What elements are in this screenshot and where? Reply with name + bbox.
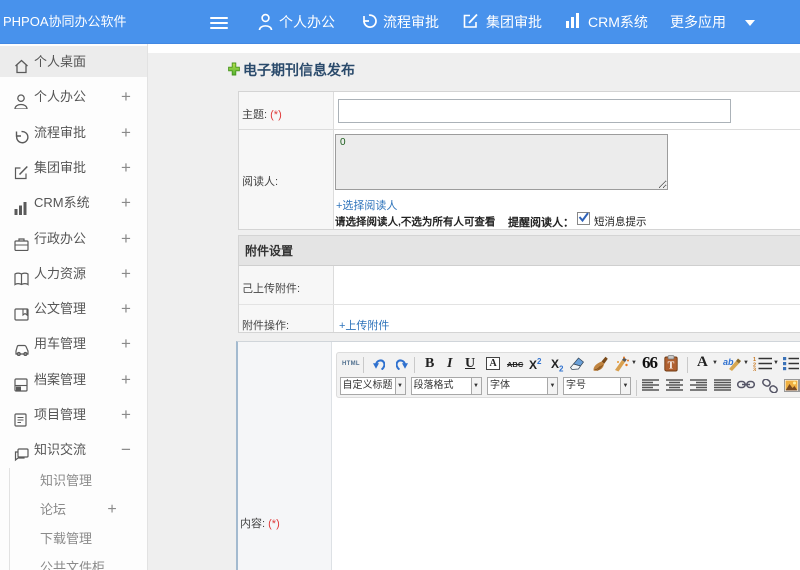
svg-text:3: 3: [753, 368, 756, 372]
svg-text:T: T: [668, 361, 675, 372]
